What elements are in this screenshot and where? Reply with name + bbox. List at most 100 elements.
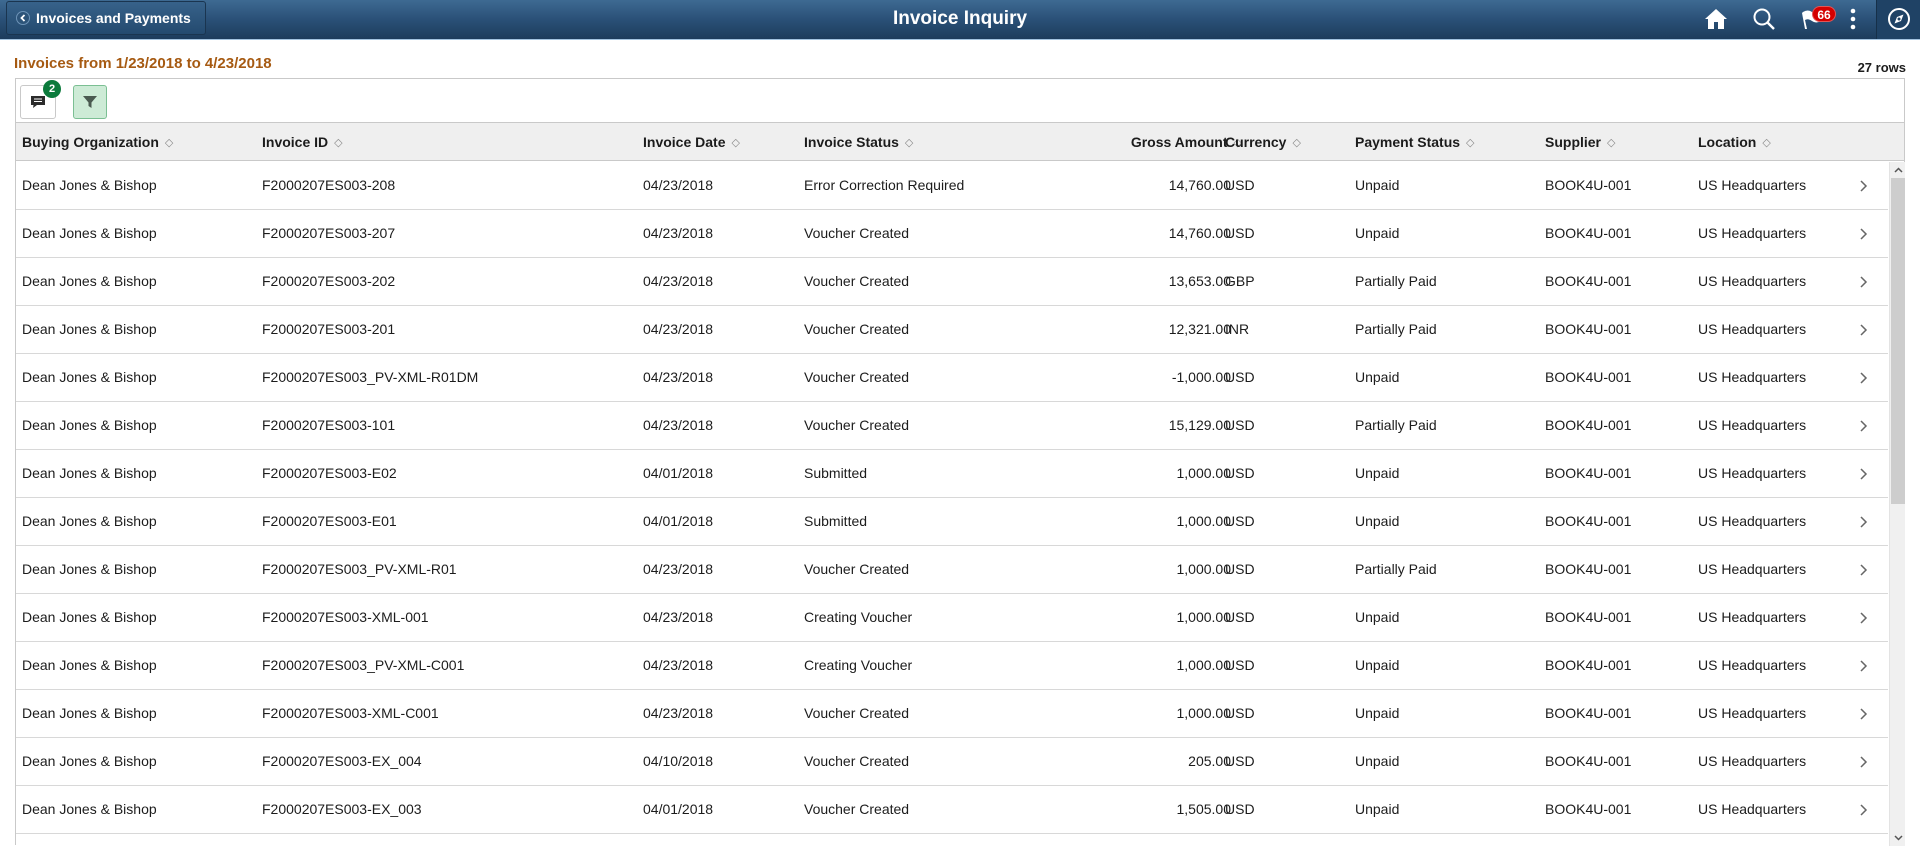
payment-status-cell: Unpaid	[1355, 801, 1400, 817]
table-row[interactable]: Dean Jones & Bishop F2000207ES003-208 04/2…	[16, 162, 1888, 210]
gross-amount-cell: 1,000.00	[1176, 609, 1232, 625]
invoice-status-cell: Creating Voucher	[804, 609, 913, 625]
invoice-id-cell: F2000207ES003-XML-001	[262, 609, 429, 625]
chevron-right-icon[interactable]	[1858, 657, 1870, 675]
supplier-cell: BOOK4U-001	[1545, 417, 1632, 433]
filter-button[interactable]	[73, 85, 107, 119]
home-icon	[1705, 9, 1727, 29]
table-row[interactable]: Dean Jones & Bishop F2000207ES003_PV-XML-…	[16, 546, 1888, 594]
column-header-supplier[interactable]: Supplier ◇	[1545, 123, 1615, 161]
currency-cell: USD	[1225, 561, 1255, 577]
payment-status-cell: Unpaid	[1355, 753, 1400, 769]
invoice-date-cell: 04/23/2018	[643, 321, 714, 337]
invoice-date-cell: 04/23/2018	[643, 609, 714, 625]
payment-status-cell: Unpaid	[1355, 225, 1400, 241]
column-header-invoice-status[interactable]: Invoice Status ◇	[804, 123, 913, 161]
back-button[interactable]: Invoices and Payments	[6, 1, 206, 35]
scrollbar-thumb[interactable]	[1891, 178, 1905, 504]
gross-amount-cell: 14,760.00	[1168, 177, 1231, 193]
home-button[interactable]	[1692, 0, 1740, 38]
chevron-right-icon[interactable]	[1858, 321, 1870, 339]
search-button[interactable]	[1740, 0, 1788, 38]
column-header-currency[interactable]: Currency ◇	[1225, 123, 1301, 161]
invoice-status-cell: Voucher Created	[804, 225, 910, 241]
gross-amount-cell: 1,000.00	[1176, 465, 1232, 481]
buying-organization-cell: Dean Jones & Bishop	[22, 321, 157, 337]
actions-menu-button[interactable]	[1836, 0, 1870, 38]
grid-body: Dean Jones & Bishop F2000207ES003-208 04/2…	[16, 162, 1888, 846]
invoice-id-cell: F2000207ES003-XML-C001	[262, 705, 439, 721]
invoice-status-cell: Voucher Created	[804, 369, 910, 385]
chevron-right-icon[interactable]	[1858, 369, 1870, 387]
navbar-button[interactable]	[1876, 0, 1920, 39]
column-header-invoice-id[interactable]: Invoice ID ◇	[262, 123, 343, 161]
invoice-grid: 2 Buying Organization ◇ Invoice ID ◇ Invoi…	[15, 78, 1905, 846]
buying-organization-cell: Dean Jones & Bishop	[22, 705, 157, 721]
invoice-id-cell: F2000207ES003_PV-XML-C001	[262, 657, 465, 673]
currency-cell: USD	[1225, 657, 1255, 673]
gross-amount-cell: 1,000.00	[1176, 705, 1232, 721]
table-row[interactable]: Dean Jones & Bishop F2000207ES003-E02 04/0…	[16, 450, 1888, 498]
invoice-status-cell: Voucher Created	[804, 417, 910, 433]
scroll-down-button[interactable]	[1890, 830, 1906, 846]
invoice-id-cell: F2000207ES003-EX_004	[262, 753, 422, 769]
location-cell: US Headquarters	[1698, 609, 1807, 625]
gross-amount-cell: 13,653.00	[1168, 273, 1231, 289]
currency-cell: USD	[1225, 369, 1255, 385]
column-header-gross-amount[interactable]: Gross Amount ◇	[1096, 123, 1242, 161]
notifications-button[interactable]: 66	[1788, 0, 1836, 38]
chat-button[interactable]: 2	[20, 80, 61, 119]
vertical-scrollbar[interactable]	[1889, 162, 1905, 846]
table-row[interactable]: Dean Jones & Bishop F2000207ES003_PV-XML-…	[16, 642, 1888, 690]
gross-amount-cell: 1,000.00	[1176, 561, 1232, 577]
buying-organization-cell: Dean Jones & Bishop	[22, 657, 157, 673]
chevron-right-icon[interactable]	[1858, 561, 1870, 579]
chevron-right-icon[interactable]	[1858, 609, 1870, 627]
chevron-down-icon	[1893, 835, 1903, 841]
column-header-location[interactable]: Location ◇	[1698, 123, 1771, 161]
table-row[interactable]: Dean Jones & Bishop F2000207ES003-201 04/2…	[16, 306, 1888, 354]
chevron-right-icon[interactable]	[1858, 801, 1870, 819]
payment-status-cell: Unpaid	[1355, 465, 1400, 481]
location-cell: US Headquarters	[1698, 321, 1807, 337]
table-row[interactable]: Dean Jones & Bishop F2000207ES003-EX_003 0…	[16, 786, 1888, 834]
table-row[interactable]: Dean Jones & Bishop F2000207ES003-202 04/2…	[16, 258, 1888, 306]
chevron-right-icon[interactable]	[1858, 225, 1870, 243]
scroll-up-button[interactable]	[1890, 162, 1906, 178]
chevron-right-icon[interactable]	[1858, 705, 1870, 723]
table-row[interactable]: Dean Jones & Bishop F2000207ES003_PV-XML-…	[16, 354, 1888, 402]
payment-status-cell: Unpaid	[1355, 177, 1400, 193]
invoice-date-cell: 04/23/2018	[643, 273, 714, 289]
table-row[interactable]: Dean Jones & Bishop F2000207ES003-207 04/2…	[16, 210, 1888, 258]
invoice-id-cell: F2000207ES003-201	[262, 321, 396, 337]
table-row[interactable]: Dean Jones & Bishop F2000207ES003-XML-001…	[16, 594, 1888, 642]
filter-icon	[83, 96, 97, 108]
column-header-buying-organization[interactable]: Buying Organization ◇	[22, 123, 173, 161]
column-header-invoice-date[interactable]: Invoice Date ◇	[643, 123, 740, 161]
invoice-date-cell: 04/23/2018	[643, 177, 714, 193]
location-cell: US Headquarters	[1698, 417, 1807, 433]
table-row[interactable]: Dean Jones & Bishop F2000207ES003-XML-C00…	[16, 690, 1888, 738]
invoice-status-cell: Error Correction Required	[804, 177, 965, 193]
chevron-right-icon[interactable]	[1858, 465, 1870, 483]
invoice-status-cell: Creating Voucher	[804, 657, 913, 673]
column-header-payment-status[interactable]: Payment Status ◇	[1355, 123, 1475, 161]
invoice-id-cell: F2000207ES003-202	[262, 273, 396, 289]
chevron-right-icon[interactable]	[1858, 417, 1870, 435]
supplier-cell: BOOK4U-001	[1545, 705, 1632, 721]
sort-icon: ◇	[1762, 137, 1771, 149]
chevron-right-icon[interactable]	[1858, 753, 1870, 771]
payment-status-cell: Partially Paid	[1355, 417, 1437, 433]
chevron-right-icon[interactable]	[1858, 513, 1870, 531]
table-row[interactable]: Dean Jones & Bishop F2000207ES003-101 04/2…	[16, 402, 1888, 450]
gross-amount-cell: 15,129.00	[1168, 417, 1231, 433]
payment-status-cell: Unpaid	[1355, 705, 1400, 721]
table-row[interactable]: Dean Jones & Bishop F2000207ES003-EX_004 0…	[16, 738, 1888, 786]
chevron-right-icon[interactable]	[1858, 177, 1870, 195]
table-row[interactable]: Dean Jones & Bishop F2000207ES003-E01 04/0…	[16, 498, 1888, 546]
payment-status-cell: Unpaid	[1355, 513, 1400, 529]
gross-amount-cell: 1,000.00	[1176, 657, 1232, 673]
chevron-right-icon[interactable]	[1858, 273, 1870, 291]
currency-cell: GBP	[1225, 273, 1255, 289]
invoice-status-cell: Voucher Created	[804, 561, 910, 577]
